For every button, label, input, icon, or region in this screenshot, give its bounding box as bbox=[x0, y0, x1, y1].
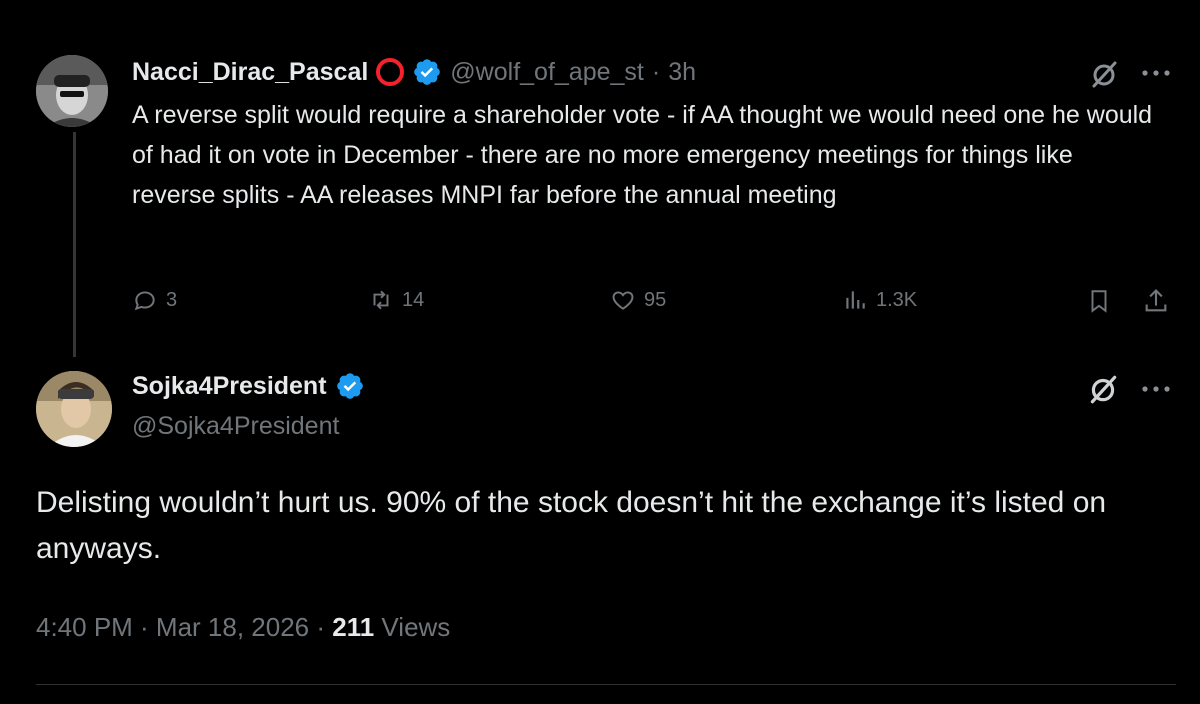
main-tweet-text: Delisting wouldn’t hurt us. 90% of the s… bbox=[36, 486, 1107, 565]
red-ring-icon bbox=[376, 58, 405, 86]
relative-time[interactable]: 3h bbox=[668, 58, 696, 87]
reply-button[interactable]: 3 bbox=[132, 287, 177, 313]
more-horizontal-icon[interactable] bbox=[1140, 66, 1172, 80]
avatar-image bbox=[36, 371, 112, 447]
tweet-meta: 4:40 PM · Mar 18, 2026 · 211 Views bbox=[36, 612, 450, 643]
comment-icon bbox=[134, 291, 155, 311]
verified-badge-icon bbox=[336, 373, 363, 399]
avatar-nacci[interactable] bbox=[36, 55, 108, 127]
bookmark-icon[interactable] bbox=[1086, 287, 1112, 315]
avatar-image bbox=[36, 55, 108, 127]
reply-count: 3 bbox=[166, 288, 178, 311]
repost-count: 14 bbox=[402, 288, 425, 311]
heart-icon bbox=[612, 291, 634, 310]
display-name[interactable]: Nacci_Dirac_Pascal bbox=[132, 58, 368, 87]
main-header: Sojka4President bbox=[132, 371, 365, 401]
handle[interactable]: @wolf_of_ape_st bbox=[450, 58, 644, 87]
views-button[interactable]: 1.3K bbox=[842, 287, 917, 313]
analytics-icon bbox=[846, 291, 865, 309]
timestamp[interactable]: 4:40 PM · Mar 18, 2026 · bbox=[36, 612, 332, 642]
display-name[interactable]: Sojka4President bbox=[132, 372, 327, 401]
views-label: Views bbox=[374, 612, 451, 642]
views-total: 211 bbox=[332, 612, 375, 642]
reply-tweet-text: A reverse split would require a sharehol… bbox=[132, 101, 1153, 209]
repost-icon bbox=[373, 290, 389, 310]
verified-badge-icon bbox=[414, 59, 441, 85]
repost-button[interactable]: 14 bbox=[368, 287, 424, 313]
views-count: 1.3K bbox=[876, 288, 918, 311]
reply-header: Nacci_Dirac_Pascal @wolf_of_ape_st · 3h bbox=[132, 57, 696, 87]
more-horizontal-icon[interactable] bbox=[1140, 382, 1172, 396]
like-count: 95 bbox=[644, 288, 667, 311]
avatar-sojka[interactable] bbox=[36, 371, 112, 447]
separator-dot: · bbox=[651, 57, 661, 86]
like-button[interactable]: 95 bbox=[610, 287, 666, 313]
handle[interactable]: @Sojka4President bbox=[132, 412, 339, 441]
bottom-divider bbox=[36, 684, 1176, 685]
thread-connector-line bbox=[73, 132, 76, 357]
grok-icon[interactable] bbox=[1088, 58, 1120, 90]
grok-icon[interactable] bbox=[1086, 372, 1120, 406]
share-icon[interactable] bbox=[1142, 287, 1170, 315]
